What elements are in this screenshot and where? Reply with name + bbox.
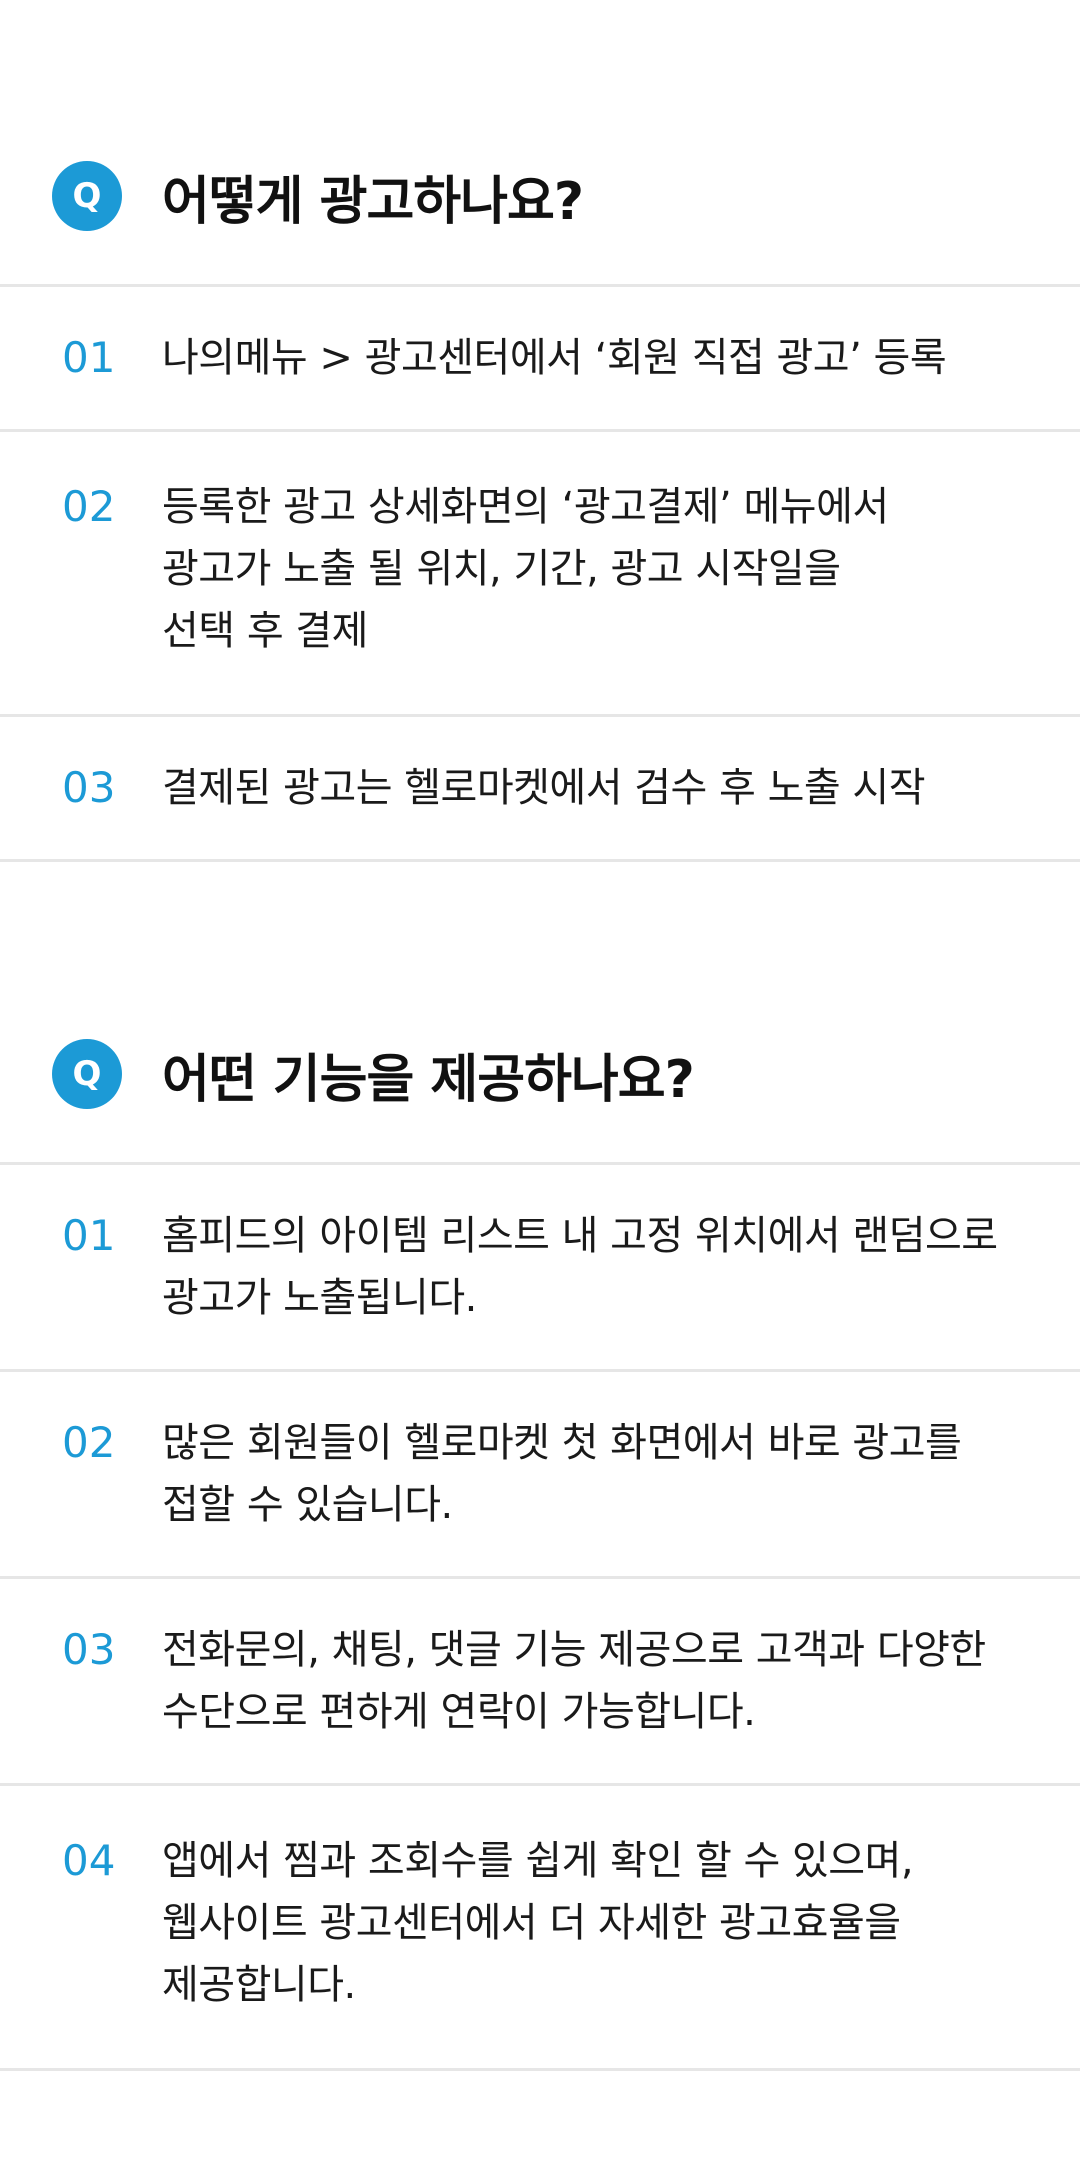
- answer-number: 03: [62, 763, 116, 812]
- answer-text: 결제된 광고는 헬로마켓에서 검수 후 노출 시작: [162, 765, 926, 811]
- answer-number: 02: [62, 482, 116, 531]
- answer-number: 01: [62, 1211, 116, 1260]
- faq-section-features: Q 어떤 기능을 제공하나요? 01 홈피드의 아이템 리스트 내 고정 위치에…: [0, 862, 1080, 2071]
- answer-number: 03: [62, 1625, 116, 1674]
- question-title: 어떤 기능을 제공하나요?: [162, 1049, 695, 1110]
- answer-text: 전화문의, 채팅, 댓글 기능 제공으로 고객과 다양한 수단으로 편하게 연락…: [162, 1627, 986, 1735]
- faq-question-header: Q 어떻게 광고하나요?: [0, 148, 1080, 287]
- question-badge-icon: Q: [52, 1039, 122, 1109]
- question-title: 어떻게 광고하나요?: [162, 171, 584, 232]
- faq-answer-item: 03 전화문의, 채팅, 댓글 기능 제공으로 고객과 다양한 수단으로 편하게…: [0, 1579, 1080, 1786]
- question-badge-icon: Q: [52, 161, 122, 231]
- faq-answer-item: 01 나의메뉴 > 광고센터에서 ‘회원 직접 광고’ 등록: [0, 287, 1080, 432]
- faq-question-header: Q 어떤 기능을 제공하나요?: [0, 1026, 1080, 1165]
- answer-text: 많은 회원들이 헬로마켓 첫 화면에서 바로 광고를 접할 수 있습니다.: [162, 1420, 962, 1528]
- faq-page: Q 어떻게 광고하나요? 01 나의메뉴 > 광고센터에서 ‘회원 직접 광고’…: [0, 0, 1080, 2184]
- answer-number: 04: [62, 1836, 116, 1885]
- answer-text: 앱에서 찜과 조회수를 쉽게 확인 할 수 있으며, 웹사이트 광고센터에서 더…: [162, 1838, 914, 2008]
- faq-section-how-to-advertise: Q 어떻게 광고하나요? 01 나의메뉴 > 광고센터에서 ‘회원 직접 광고’…: [0, 0, 1080, 862]
- faq-answer-item: 03 결제된 광고는 헬로마켓에서 검수 후 노출 시작: [0, 717, 1080, 862]
- answer-number: 01: [62, 333, 116, 382]
- faq-answer-item: 02 등록한 광고 상세화면의 ‘광고결제’ 메뉴에서 광고가 노출 될 위치,…: [0, 432, 1080, 717]
- answer-text: 나의메뉴 > 광고센터에서 ‘회원 직접 광고’ 등록: [162, 335, 947, 381]
- answer-number: 02: [62, 1418, 116, 1467]
- faq-answer-item: 04 앱에서 찜과 조회수를 쉽게 확인 할 수 있으며, 웹사이트 광고센터에…: [0, 1786, 1080, 2071]
- faq-answer-item: 01 홈피드의 아이템 리스트 내 고정 위치에서 랜덤으로 광고가 노출됩니다…: [0, 1165, 1080, 1372]
- faq-answer-item: 02 많은 회원들이 헬로마켓 첫 화면에서 바로 광고를 접할 수 있습니다.: [0, 1372, 1080, 1579]
- answer-text: 등록한 광고 상세화면의 ‘광고결제’ 메뉴에서 광고가 노출 될 위치, 기간…: [162, 484, 889, 654]
- answer-text: 홈피드의 아이템 리스트 내 고정 위치에서 랜덤으로 광고가 노출됩니다.: [162, 1213, 998, 1321]
